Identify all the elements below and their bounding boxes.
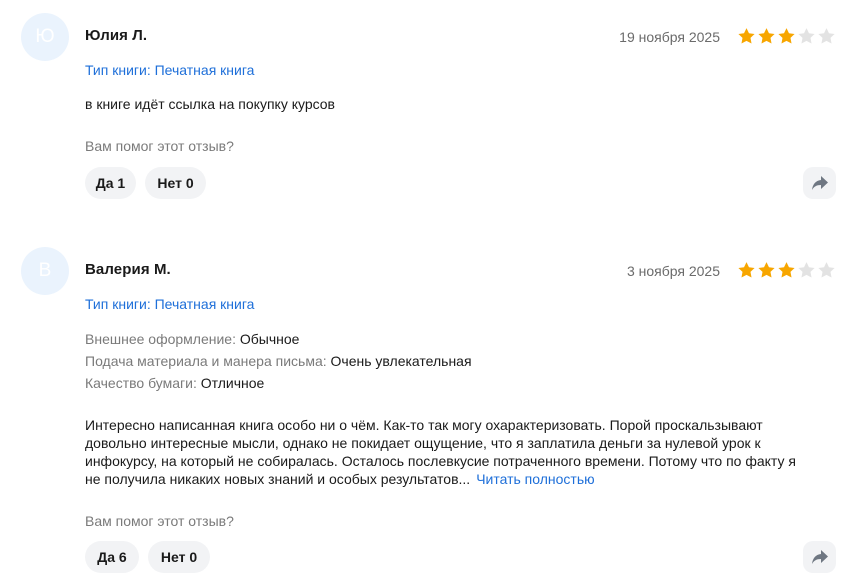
avatar-letter: Ю <box>35 26 55 47</box>
star-filled-icon <box>758 28 775 44</box>
share-button[interactable] <box>803 167 836 199</box>
helpful-prompt: Вам помог этот отзыв? <box>85 513 234 529</box>
star-empty-icon <box>798 28 815 44</box>
vote-yes-button[interactable]: Да 6 <box>85 541 139 573</box>
avatar: Ю <box>21 13 69 61</box>
review-attribute: Внешнее оформление: Обычное <box>85 330 299 348</box>
rating-stars <box>737 27 837 46</box>
review-attribute: Подача материала и манера письма: Очень … <box>85 352 472 370</box>
star-filled-icon <box>778 262 795 278</box>
attribute-key: Качество бумаги: <box>85 375 197 391</box>
attribute-value: Обычное <box>239 331 300 347</box>
avatar: В <box>21 247 69 295</box>
vote-no-button[interactable]: Нет 0 <box>148 541 210 573</box>
review-attribute: Качество бумаги: Отличное <box>85 374 264 392</box>
review-date: 3 ноября 2025 <box>626 263 720 279</box>
star-filled-icon <box>738 28 755 44</box>
book-type-link[interactable]: Тип книги: Печатная книга <box>85 62 254 78</box>
attribute-value: Очень увлекательная <box>330 353 472 369</box>
review-text: Интересно написанная книга особо ни о чё… <box>85 416 796 488</box>
attribute-key: Внешнее оформление: <box>85 331 236 347</box>
read-more-link[interactable]: Читать полностью <box>476 471 594 487</box>
star-empty-icon <box>818 262 835 278</box>
review-date: 19 ноября 2025 <box>619 29 720 45</box>
review-author: Валерия М. <box>85 261 171 278</box>
book-type-link[interactable]: Тип книги: Печатная книга <box>85 296 254 312</box>
star-filled-icon <box>758 262 775 278</box>
review-text-tail: не получила никаких новых знаний и особы… <box>85 471 471 487</box>
share-arrow-icon <box>811 176 828 190</box>
attribute-key: Подача материала и манера письма: <box>85 353 327 369</box>
review-text-line: не получила никаких новых знаний и особы… <box>85 470 796 488</box>
star-empty-icon <box>798 262 815 278</box>
review-text-line: довольно интересные мысли, однако не пок… <box>85 435 761 451</box>
star-empty-icon <box>818 28 835 44</box>
avatar-letter: В <box>38 260 52 281</box>
review-text: в книге идёт ссылка на покупку курсов <box>85 96 335 112</box>
share-arrow-icon <box>811 550 828 564</box>
review-text-line: инфокурсу, на который не собиралась. Ост… <box>85 453 796 469</box>
star-filled-icon <box>778 28 795 44</box>
review-text-line: Интересно написанная книга особо ни о чё… <box>85 417 763 433</box>
helpful-prompt: Вам помог этот отзыв? <box>85 138 234 154</box>
star-filled-icon <box>738 262 755 278</box>
vote-yes-button[interactable]: Да 1 <box>85 167 136 199</box>
review-author: Юлия Л. <box>85 27 148 44</box>
rating-stars <box>737 261 837 280</box>
vote-no-button[interactable]: Нет 0 <box>145 167 206 199</box>
attribute-value: Отличное <box>200 375 265 391</box>
share-button[interactable] <box>803 541 836 573</box>
